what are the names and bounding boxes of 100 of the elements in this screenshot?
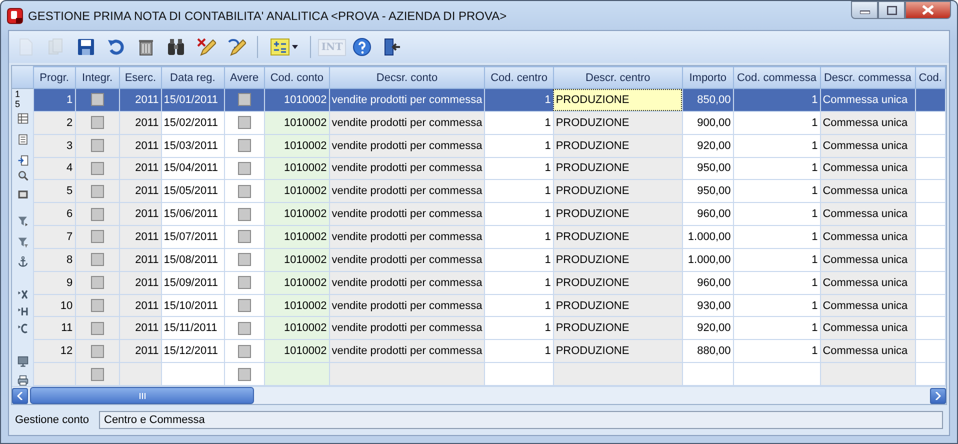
checkbox[interactable] [90, 116, 104, 130]
column-header[interactable]: Avere [224, 66, 265, 88]
checkbox[interactable] [90, 139, 104, 152]
column-header[interactable]: Descr. centro [553, 66, 682, 88]
checkbox[interactable] [90, 322, 104, 335]
undo-icon [106, 37, 126, 57]
table-row[interactable]: 5 2011 15/05/2011 1010002 vendite prodotti per commessa 1 PRODUZIONE 950,00 1 Commessa unica [34, 180, 946, 203]
checkbox[interactable] [90, 208, 104, 221]
table-cell: vendite prodotti per commessa [329, 111, 485, 134]
checkbox[interactable] [238, 184, 251, 198]
import-icon[interactable] [16, 155, 30, 166]
table-cell: Commessa unica [820, 294, 916, 317]
column-header[interactable]: Descr. commessa [820, 66, 916, 88]
checkbox[interactable] [90, 276, 104, 290]
column-header[interactable]: Data reg. [161, 66, 224, 88]
table-row[interactable]: 12 2011 15/12/2011 1010002 vendite prodotti per commessa 1 PRODUZIONE 880,00 1 Commessa unica [34, 340, 946, 363]
column-header[interactable]: Integr. [75, 66, 120, 88]
x-icon[interactable] [16, 289, 30, 300]
checkbox[interactable] [90, 299, 104, 312]
table-row[interactable]: 7 2011 15/07/2011 1010002 vendite prodotti per commessa 1 PRODUZIONE 1.000,00 1 Commessa unica [34, 226, 946, 248]
table-cell: vendite prodotti per commessa [329, 88, 485, 112]
table-cell: vendite prodotti per commessa [329, 316, 485, 340]
table-cell: 1 [733, 202, 820, 226]
scroll-left-button[interactable] [12, 388, 28, 404]
table-cell: 2011 [120, 271, 162, 294]
checkbox[interactable] [238, 322, 251, 335]
table-row[interactable]: 2 2011 15/02/2011 1010002 vendite prodotti per commessa 1 PRODUZIONE 900,00 1 Commessa unica [34, 111, 946, 134]
checkbox[interactable] [90, 162, 104, 175]
column-header[interactable]: Importo [682, 66, 734, 88]
table-cell: 15/10/2011 [161, 294, 224, 317]
table-cell: Commessa unica [820, 180, 916, 203]
h-icon[interactable] [16, 306, 30, 317]
checkbox[interactable] [238, 299, 251, 312]
table-cell: vendite prodotti per commessa [329, 134, 485, 158]
table-cell: 2011 [120, 340, 162, 363]
checkbox[interactable] [238, 208, 251, 221]
table-cell: 2011 [120, 226, 162, 248]
table-row[interactable]: 10 2011 15/10/2011 1010002 vendite prodotti per commessa 1 PRODUZIONE 930,00 1 Commessa unica [34, 294, 946, 317]
column-header[interactable]: Decsr. conto [329, 66, 485, 88]
filter-icon[interactable] [16, 216, 30, 227]
column-header[interactable]: Cod. [915, 66, 946, 88]
column-header[interactable]: Eserc. [120, 66, 162, 88]
column-header[interactable]: Cod. centro [484, 66, 554, 88]
search-icon[interactable] [16, 170, 30, 181]
checkbox[interactable] [238, 368, 251, 381]
scrollbar-thumb[interactable] [30, 387, 254, 404]
table-cell: vendite prodotti per commessa [329, 294, 485, 317]
scroll-right-button[interactable] [930, 388, 946, 404]
checkbox[interactable] [238, 93, 251, 106]
checkbox[interactable] [238, 139, 251, 152]
checkbox[interactable] [90, 184, 104, 198]
table-row[interactable]: 4 2011 15/04/2011 1010002 vendite prodotti per commessa 1 PRODUZIONE 950,00 1 Commessa unica [34, 157, 946, 180]
column-header[interactable]: Cod. commessa [733, 66, 820, 88]
grid-icon[interactable] [16, 113, 30, 124]
table-cell: 10 [34, 294, 76, 317]
c-icon[interactable] [16, 323, 30, 334]
table-cell[interactable]: PRODUZIONE [553, 88, 682, 112]
table-row[interactable]: 8 2011 15/08/2011 1010002 vendite prodotti per commessa 1 PRODUZIONE 1.000,00 1 Commessa unica [34, 248, 946, 272]
minimize-button[interactable] [851, 1, 878, 19]
table-cell: 950,00 [682, 180, 734, 203]
checkbox[interactable] [90, 368, 104, 381]
checkbox[interactable] [90, 344, 104, 358]
column-header[interactable]: Cod. conto [264, 66, 330, 88]
table-cell: 920,00 [682, 134, 734, 158]
table-row[interactable]: 1 2011 15/01/2011 1010002 vendite prodotti per commessa 1 PRODUZIONE 850,00 1 Commessa unica [34, 88, 946, 112]
checkbox[interactable] [238, 162, 251, 175]
checkbox[interactable] [238, 230, 251, 244]
table-row[interactable]: 11 2011 15/11/2011 1010002 vendite prodotti per commessa 1 PRODUZIONE 920,00 1 Commessa unica [34, 316, 946, 340]
monitor-icon[interactable] [16, 356, 30, 367]
table-cell: 1010002 [264, 294, 330, 317]
checkbox[interactable] [238, 253, 251, 266]
table-cell: 1010002 [264, 111, 330, 134]
checkbox[interactable] [90, 93, 104, 106]
column-header[interactable]: Progr. [34, 66, 76, 88]
checkbox[interactable] [238, 276, 251, 290]
checkbox[interactable] [90, 230, 104, 244]
input-field[interactable]: Centro e Commessa [99, 411, 943, 429]
table-row[interactable]: 3 2011 15/03/2011 1010002 vendite prodotti per commessa 1 PRODUZIONE 920,00 1 Commessa unica [34, 134, 946, 158]
checkbox[interactable] [90, 253, 104, 266]
checkbox[interactable] [238, 116, 251, 130]
table-cell: PRODUZIONE [553, 111, 682, 134]
table-cell: 1 [484, 316, 554, 340]
table-cell: 15/04/2011 [161, 157, 224, 180]
table-row[interactable]: 9 2011 15/09/2011 1010002 vendite prodotti per commessa 1 PRODUZIONE 960,00 1 Commessa unica [34, 271, 946, 294]
anchor-icon[interactable] [16, 256, 30, 267]
table-cell: 1 [484, 340, 554, 363]
filter-icon[interactable] [16, 237, 30, 248]
list-icon[interactable] [16, 134, 30, 145]
table-cell: 15/06/2011 [161, 202, 224, 226]
maximize-button[interactable] [878, 1, 905, 19]
table-cell: 1 [34, 88, 76, 112]
close-button[interactable] [905, 1, 951, 19]
binoculars-icon [166, 37, 186, 57]
table-cell: vendite prodotti per commessa [329, 157, 485, 180]
table-cell: 2 [34, 111, 76, 134]
printer-icon[interactable] [16, 375, 30, 386]
table-row[interactable]: 6 2011 15/06/2011 1010002 vendite prodotti per commessa 1 PRODUZIONE 960,00 1 Commessa unica [34, 202, 946, 226]
checkbox[interactable] [238, 344, 251, 358]
table-cell: 1010002 [264, 88, 330, 112]
table-cell: 15/05/2011 [161, 180, 224, 203]
